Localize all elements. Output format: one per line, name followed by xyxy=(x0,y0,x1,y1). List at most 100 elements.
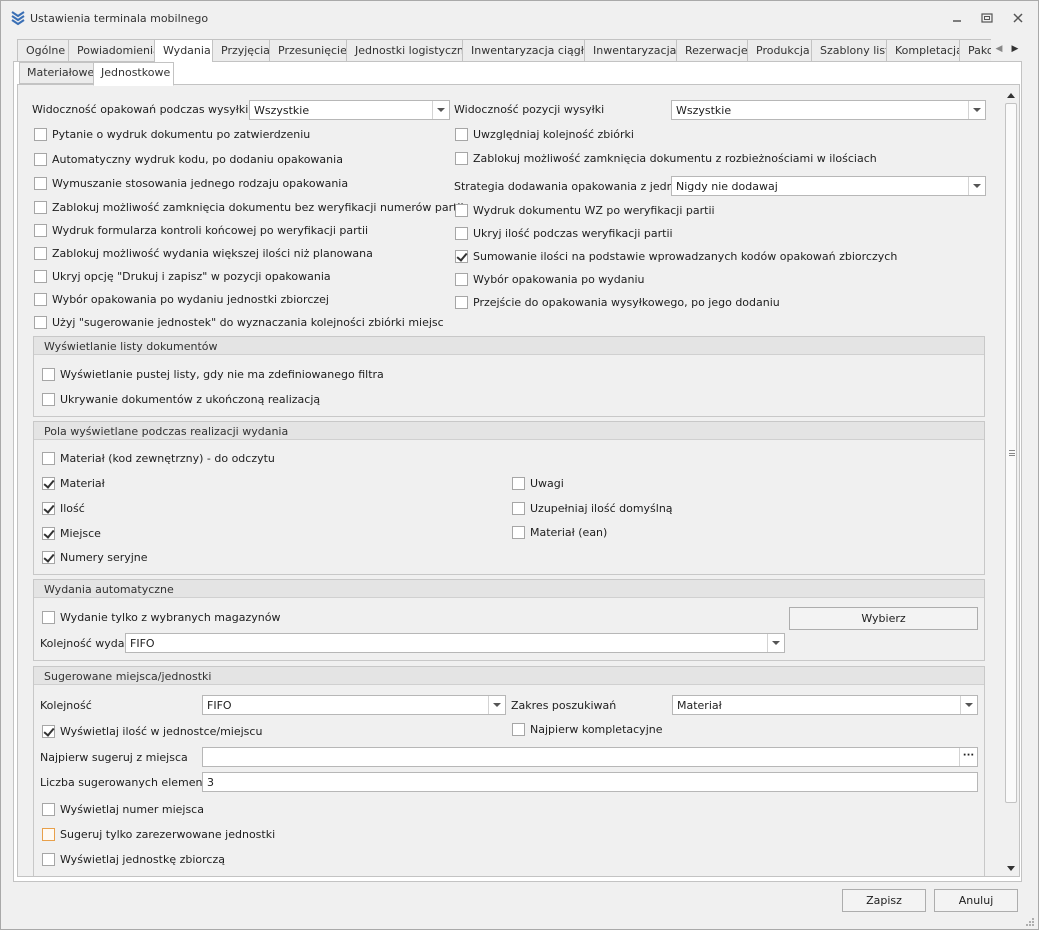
check-label: Sumowanie ilości na podstawie wprowadzan… xyxy=(473,250,898,263)
tab-scroll-right-icon[interactable]: ▶ xyxy=(1007,41,1023,57)
checkbox-checked[interactable] xyxy=(42,551,55,564)
check-label: Wydanie tylko z wybranych magazynów xyxy=(60,611,281,624)
chevron-down-icon[interactable] xyxy=(968,101,985,119)
liczba-sugerowanych-input[interactable]: 3 xyxy=(202,772,978,792)
tab-inwentaryzacja-ciagla[interactable]: Inwentaryzacja ciągła xyxy=(462,39,591,62)
tab-inwentaryzacja[interactable]: Inwentaryzacja xyxy=(584,39,677,62)
checkbox[interactable] xyxy=(512,502,525,515)
group-header: Wydania automatyczne xyxy=(34,580,984,598)
widocznosc-pozycji-label: Widoczność pozycji wysyłki xyxy=(454,103,605,116)
chevron-down-icon[interactable] xyxy=(767,634,784,652)
checkbox-checked[interactable] xyxy=(42,527,55,540)
checkbox[interactable] xyxy=(34,153,47,166)
scroll-thumb[interactable] xyxy=(1005,103,1017,803)
cancel-button[interactable]: Anuluj xyxy=(934,889,1018,912)
checkbox[interactable] xyxy=(34,128,47,141)
checkbox[interactable] xyxy=(512,526,525,539)
wybierz-button[interactable]: Wybierz xyxy=(789,607,978,630)
check-label: Materiał (kod zewnętrzny) - do odczytu xyxy=(60,452,275,465)
chevron-down-icon[interactable] xyxy=(432,101,449,119)
subtab-jednostkowe[interactable]: Jednostkowe xyxy=(93,62,174,86)
check-label: Wyświetlaj jednostkę zbiorczą xyxy=(60,853,225,866)
check-label: Wymuszanie stosowania jednego rodzaju op… xyxy=(52,177,349,190)
tab-produkcja[interactable]: Produkcja xyxy=(747,39,812,62)
checkbox[interactable] xyxy=(455,128,468,141)
strategia-label: Strategia dodawania opakowania z jednost… xyxy=(454,180,700,193)
checkbox-checked[interactable] xyxy=(42,725,55,738)
tab-ogolne[interactable]: Ogólne xyxy=(17,39,69,62)
check-label: Uwzględniaj kolejność zbiórki xyxy=(473,128,634,141)
kolejnosc-wydan-label: Kolejność wydań xyxy=(40,637,132,650)
najpierw-sugeruj-input[interactable]: ··· xyxy=(202,747,978,767)
scroll-up-icon[interactable] xyxy=(1002,87,1019,103)
checkbox[interactable] xyxy=(42,853,55,866)
zakres-label: Zakres poszukiwań xyxy=(511,699,617,712)
subtab-materialowe[interactable]: Materiałowe xyxy=(19,62,94,84)
checkbox-checked[interactable] xyxy=(455,250,468,263)
minimize-icon[interactable] xyxy=(949,10,965,26)
kolejnosc-wydan-combo[interactable]: FIFO xyxy=(125,633,785,653)
liczba-sugerowanych-label: Liczba sugerowanych elementów xyxy=(40,776,223,789)
checkbox[interactable] xyxy=(42,803,55,816)
checkbox[interactable] xyxy=(42,393,55,406)
widocznosc-pozycji-combo[interactable]: Wszystkie xyxy=(671,100,986,120)
resize-grip-icon[interactable] xyxy=(1025,917,1035,927)
checkbox[interactable] xyxy=(512,477,525,490)
check-label: Wyświetlanie pustej listy, gdy nie ma zd… xyxy=(60,368,384,381)
kolejnosc-combo[interactable]: FIFO xyxy=(202,695,506,715)
layers-chevron-icon xyxy=(11,11,25,26)
check-label: Pytanie o wydruk dokumentu po zatwierdze… xyxy=(52,128,311,141)
tab-wydania[interactable]: Wydania xyxy=(154,39,213,62)
checkbox[interactable] xyxy=(455,227,468,240)
zakres-combo[interactable]: Materiał xyxy=(672,695,978,715)
checkbox-checked[interactable] xyxy=(42,477,55,490)
tab-rezerwacje[interactable]: Rezerwacje xyxy=(676,39,748,62)
group-pola-wyswietlane: Pola wyświetlane podczas realizacji wyda… xyxy=(33,421,985,575)
checkbox[interactable] xyxy=(34,293,47,306)
checkbox-checked[interactable] xyxy=(42,502,55,515)
chevron-down-icon[interactable] xyxy=(968,177,985,195)
tab-szablony-list[interactable]: Szablony list xyxy=(811,39,889,62)
close-icon[interactable] xyxy=(1010,10,1026,26)
restore-icon[interactable] xyxy=(979,10,995,26)
tab-scroll-left-icon[interactable]: ◀ xyxy=(991,41,1007,57)
save-button[interactable]: Zapisz xyxy=(842,889,926,912)
check-label: Wyświetlaj ilość w jednostce/miejscu xyxy=(60,725,263,738)
widocznosc-opakowan-combo[interactable]: Wszystkie xyxy=(249,100,450,120)
tab-pako[interactable]: Pako xyxy=(959,39,991,62)
check-label: Przejście do opakowania wysyłkowego, po … xyxy=(473,296,780,309)
checkbox[interactable] xyxy=(455,273,468,286)
checkbox[interactable] xyxy=(34,247,47,260)
chevron-down-icon[interactable] xyxy=(488,696,505,714)
checkbox[interactable] xyxy=(42,611,55,624)
chevron-down-icon[interactable] xyxy=(960,696,977,714)
checkbox[interactable] xyxy=(42,368,55,381)
group-title: Sugerowane miejsca/jednostki xyxy=(44,670,212,683)
check-label: Uwagi xyxy=(530,477,564,490)
tab-powiadomienia[interactable]: Powiadomienia xyxy=(68,39,160,62)
checkbox[interactable] xyxy=(42,452,55,465)
najpierw-sugeruj-label: Najpierw sugeruj z miejsca xyxy=(40,751,188,764)
check-label: Sugeruj tylko zarezerwowane jednostki xyxy=(60,828,276,841)
checkbox[interactable] xyxy=(34,177,47,190)
checkbox[interactable] xyxy=(455,296,468,309)
tab-kompletacja[interactable]: Kompletacja xyxy=(886,39,963,62)
tab-przyjecia[interactable]: Przyjęcia xyxy=(212,39,270,62)
checkbox[interactable] xyxy=(512,723,525,736)
tab-przesuniecie[interactable]: Przesunięcie xyxy=(269,39,347,62)
check-label: Materiał xyxy=(60,477,105,490)
scroll-down-icon[interactable] xyxy=(1002,860,1019,876)
group-wydania-automatyczne: Wydania automatyczne Wydanie tylko z wyb… xyxy=(33,579,985,661)
checkbox[interactable] xyxy=(455,152,468,165)
checkbox[interactable] xyxy=(34,201,47,214)
check-label: Ukrywanie dokumentów z ukończoną realiza… xyxy=(60,393,321,406)
vertical-scrollbar[interactable] xyxy=(1002,85,1019,876)
strategia-combo[interactable]: Nigdy nie dodawaj xyxy=(671,176,986,196)
tab-jednostki-logistyczne[interactable]: Jednostki logistyczne xyxy=(346,39,471,62)
checkbox[interactable] xyxy=(34,316,47,329)
checkbox[interactable] xyxy=(455,204,468,217)
checkbox[interactable] xyxy=(34,224,47,237)
ellipsis-button[interactable]: ··· xyxy=(959,748,977,766)
checkbox[interactable] xyxy=(34,270,47,283)
checkbox-focused[interactable] xyxy=(42,828,55,841)
